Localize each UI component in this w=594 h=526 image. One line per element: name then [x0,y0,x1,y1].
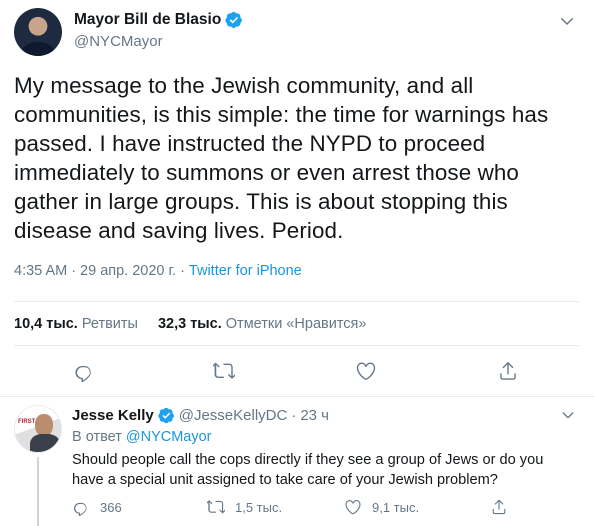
reply-author-handle[interactable]: @JesseKellyDC [179,407,288,424]
reply-actions: 366 1,5 тыс. 9,1 тыс. [72,498,572,520]
avatar-body [30,434,60,452]
reply-icon[interactable] [72,498,90,516]
tweet-actions [14,358,580,386]
retweet-icon[interactable] [207,498,225,516]
heart-icon[interactable] [355,360,379,384]
retweet-icon[interactable] [213,360,237,384]
divider [14,301,580,302]
author-name[interactable]: Mayor Bill de Blasio [74,11,221,29]
reply-like-button[interactable]: 9,1 тыс. [344,498,419,516]
reply-like-count: 9,1 тыс. [372,499,420,515]
tweet-stats: 10,4 тыс. Ретвиты 32,3 тыс. Отметки «Нрави… [14,316,366,332]
retweets-count: 10,4 тыс. [14,316,78,332]
reply-time[interactable]: 23 ч [300,407,329,424]
likes-count: 32,3 тыс. [157,316,222,332]
reply-icon[interactable] [73,360,97,384]
thread-line [37,457,39,526]
divider [14,345,580,346]
reply-tweet[interactable]: FIRST Jesse Kelly @JesseKellyDC · 23 ч В… [0,397,594,526]
avatar-face [35,414,53,436]
reply-retweet-button[interactable]: 1,5 тыс. [207,498,282,516]
in-reply-mention-link[interactable]: @NYCMayor [126,429,212,445]
reply-share-button[interactable] [490,498,508,516]
share-icon[interactable] [497,360,521,384]
author-handle[interactable]: @NYCMayor [74,33,163,50]
retweets-stat[interactable]: 10,4 тыс. Ретвиты [14,316,138,332]
tweet-date[interactable]: 29 апр. 2020 г. [80,263,176,279]
in-reply-prefix: В ответ [72,429,122,445]
share-icon[interactable] [490,498,508,516]
meta-separator: · [71,263,77,279]
author-name-group[interactable]: Mayor Bill de Blasio [74,11,243,29]
tweet-meta: 4:35 AM · 29 апр. 2020 г. · Twitter for … [14,263,302,279]
chevron-down-icon[interactable] [560,407,576,423]
likes-label: Отметки «Нравится» [225,316,367,332]
reply-text: Should people call the cops directly if … [72,452,544,488]
verified-badge-icon [158,407,175,424]
retweets-label: Ретвиты [81,316,138,332]
reply-separator: · [291,407,297,424]
likes-stat[interactable]: 32,3 тыс. Отметки «Нравится» [158,316,367,332]
heart-icon[interactable] [344,498,362,516]
meta-separator: · [180,263,185,279]
avatar-logo: FIRST [18,419,36,425]
reply-reply-button[interactable]: 366 [72,498,122,516]
reply-author-name[interactable]: Jesse Kelly [72,407,154,424]
chevron-down-icon[interactable] [558,12,576,30]
tweet-author-row: Mayor Bill de Blasio @NYCMayor [14,6,580,56]
in-reply-to: В ответ @NYCMayor [72,429,212,445]
reply-header: Jesse Kelly @JesseKellyDC · 23 ч [72,407,329,424]
avatar[interactable] [14,8,62,56]
tweet-source-link[interactable]: Twitter for iPhone [189,263,302,279]
verified-badge-icon [225,11,243,29]
avatar[interactable]: FIRST [14,405,62,453]
tweet-text: My message to the Jewish community, and … [14,73,549,243]
reply-retweet-count: 1,5 тыс. [235,499,283,515]
reply-count: 366 [100,499,122,515]
tweet-time[interactable]: 4:35 AM [14,263,67,279]
